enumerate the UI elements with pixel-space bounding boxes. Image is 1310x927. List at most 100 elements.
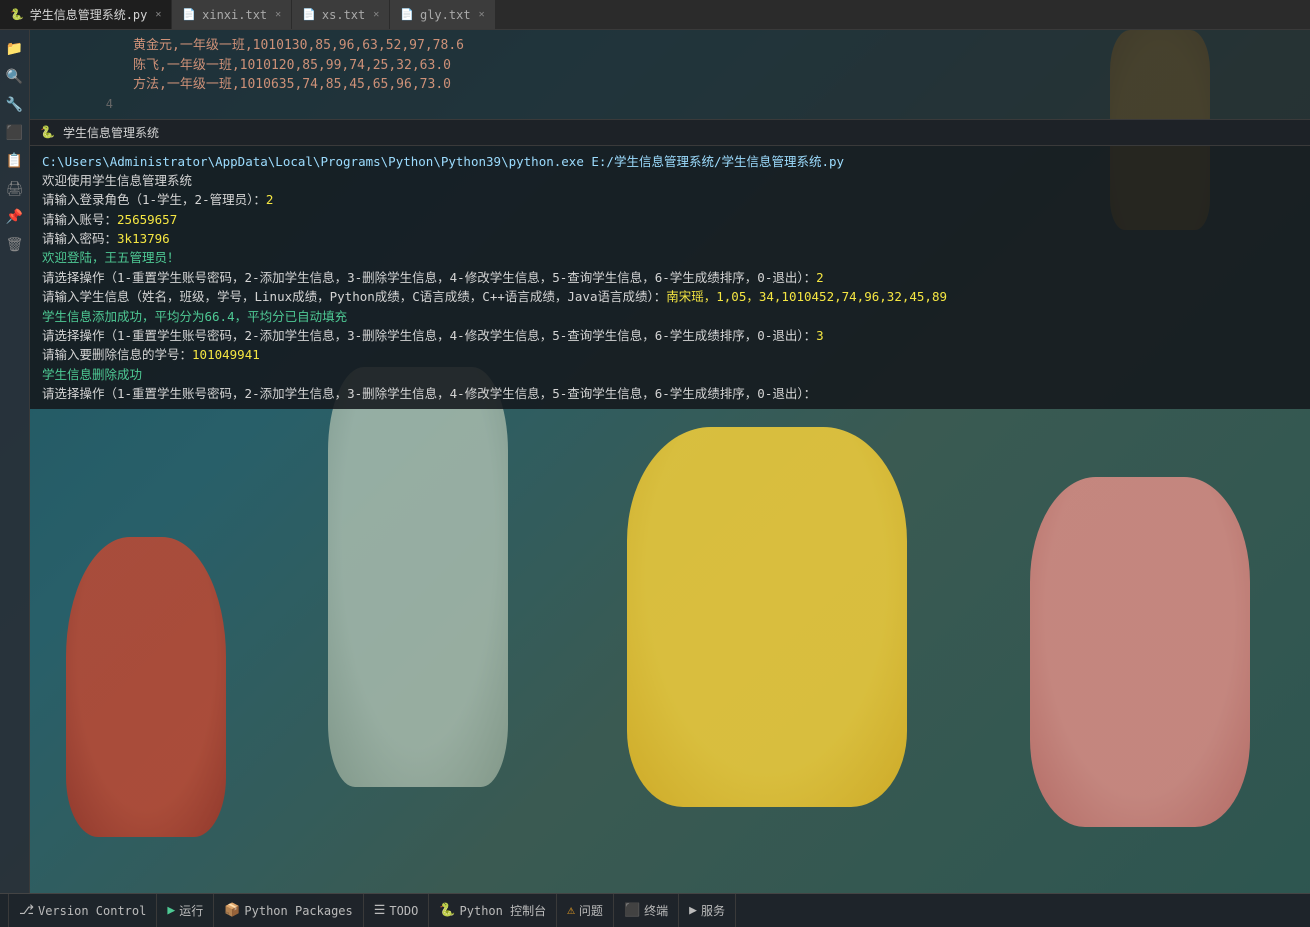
tab-close-0[interactable]: ✕ — [155, 9, 161, 20]
file-line-0: 黄金元,一年级一班,1010130,85,96,63,52,97,78.6 — [80, 36, 1310, 56]
python-packages-label: Python Packages — [244, 904, 352, 918]
status-bar: ⎇ Version Control ▶ 运行 📦 Python Packages ☰TODO… — [0, 893, 1310, 927]
tab-close-3[interactable]: ✕ — [479, 9, 485, 20]
line-text-10: 请输入要删除信息的学号： — [42, 347, 192, 362]
terminal-line-11: 学生信息删除成功 — [42, 365, 1298, 384]
line-text-3: 请输入账号： — [42, 212, 117, 227]
tab-label-1: xinxi.txt — [202, 8, 267, 22]
tab-icon-2: 📄 — [302, 8, 316, 21]
python-console-label: Python 控制台 — [460, 902, 547, 919]
tab-xinxi-txt[interactable]: 📄 xinxi.txt ✕ — [172, 0, 292, 29]
settings-icon[interactable]: 🔧 — [4, 94, 26, 116]
terminal-line-3: 请输入账号：25659657 — [42, 210, 1298, 229]
tab-icon-0: 🐍 — [10, 8, 24, 21]
status-version-control[interactable]: ⎇ Version Control — [8, 894, 157, 927]
run-icon: ▶ — [167, 903, 175, 918]
line-num-3: 4 — [80, 95, 125, 113]
print-icon[interactable]: 🖨 — [4, 178, 26, 200]
line-text-12: 请选择操作（1-重置学生账号密码，2-添加学生信息，3-删除学生信息，4-修改学… — [42, 386, 816, 401]
line-input-9: 3 — [816, 328, 824, 343]
terminal-line-1: 欢迎使用学生信息管理系统 — [42, 171, 1298, 190]
status-run[interactable]: ▶ 运行 — [157, 894, 214, 927]
code-content-0: 黄金元,一年级一班,1010130,85,96,63,52,97,78.6 — [125, 36, 472, 56]
run-header-title: 学生信息管理系统 — [63, 124, 159, 141]
pin-icon[interactable]: 📌 — [4, 206, 26, 228]
terminal-line-6: 请选择操作（1-重置学生账号密码，2-添加学生信息，3-删除学生信息，4-修改学… — [42, 268, 1298, 287]
code-content-1: 陈飞,一年级一班,1010120,85,99,74,25,32,63.0 — [125, 56, 459, 76]
terminal-icon[interactable]: ⬛ — [4, 122, 26, 144]
terminal-content: C:\Users\Administrator\AppData\Local\Pro… — [30, 146, 1310, 410]
tab-gly-txt[interactable]: 📄 gly.txt ✕ — [390, 0, 495, 29]
tab-icon-1: 📄 — [182, 8, 196, 21]
line-text-2: 请输入登录角色（1-学生，2-管理员）： — [42, 192, 266, 207]
status-terminal[interactable]: ⬛ 终端 — [614, 894, 679, 927]
terminal-line-9: 请选择操作（1-重置学生账号密码，2-添加学生信息，3-删除学生信息，4-修改学… — [42, 326, 1298, 345]
list-icon[interactable]: 📋 — [4, 150, 26, 172]
tab-label-2: xs.txt — [322, 8, 365, 22]
line-text-6: 请选择操作（1-重置学生账号密码，2-添加学生信息，3-删除学生信息，4-修改学… — [42, 270, 816, 285]
problems-label: 问题 — [579, 902, 603, 919]
line-text-8: 学生信息添加成功，平均分为66.4，平均分已自动填充 — [42, 309, 347, 324]
run-panel[interactable]: 🐍 学生信息管理系统 C:\Users\Administrator\AppDat… — [30, 119, 1310, 410]
line-input-6: 2 — [816, 270, 824, 285]
services-icon: ▶ — [689, 903, 697, 918]
version-control-label: Version Control — [38, 904, 146, 918]
tab-icon-3: 📄 — [400, 8, 414, 21]
python-console-icon: 🐍 — [439, 903, 455, 918]
line-text-7: 请输入学生信息（姓名，班级，学号，Linux成绩，Python成绩，C语言成绩，… — [42, 289, 666, 304]
problems-icon: ⚠ — [567, 903, 575, 918]
line-input-10: 101049941 — [192, 347, 260, 362]
line-text-5: 欢迎登陆，王五管理员！ — [42, 250, 180, 265]
line-text-1: 欢迎使用学生信息管理系统 — [42, 173, 192, 188]
run-label: 运行 — [179, 902, 203, 919]
terminal-line-10: 请输入要删除信息的学号：101049941 — [42, 345, 1298, 364]
file-content: 黄金元,一年级一班,1010130,85,96,63,52,97,78.6陈飞,… — [30, 30, 1310, 119]
terminal-line-8: 学生信息添加成功，平均分为66.4，平均分已自动填充 — [42, 307, 1298, 326]
line-text-11: 学生信息删除成功 — [42, 367, 142, 382]
python-path: C:\Users\Administrator\AppData\Local\Pro… — [42, 154, 844, 169]
terminal-line-7: 请输入学生信息（姓名，班级，学号，Linux成绩，Python成绩，C语言成绩，… — [42, 287, 1298, 306]
terminal-icon: ⬛ — [624, 903, 640, 918]
terminal-command-line: C:\Users\Administrator\AppData\Local\Pro… — [42, 152, 1298, 171]
line-input-7: 南宋瑶，1,05，34,1010452,74,96,32,45,89 — [666, 289, 947, 304]
line-input-2: 2 — [266, 192, 274, 207]
content-area: 黄金元,一年级一班,1010130,85,96,63,52,97,78.6陈飞,… — [30, 30, 1310, 893]
status-services[interactable]: ▶ 服务 — [679, 894, 736, 927]
status-problems[interactable]: ⚠ 问题 — [557, 894, 614, 927]
status-python-packages[interactable]: 📦 Python Packages — [214, 894, 364, 927]
tab-close-2[interactable]: ✕ — [373, 9, 379, 20]
terminal-line-2: 请输入登录角色（1-学生，2-管理员）：2 — [42, 190, 1298, 209]
run-header: 🐍 学生信息管理系统 — [30, 120, 1310, 146]
code-content-2: 方法,一年级一班,1010635,74,85,45,65,96,73.0 — [125, 75, 459, 95]
status-python-console[interactable]: 🐍 Python 控制台 — [429, 894, 557, 927]
sidebar: 📁 🔍 🔧 ⬛ 📋 🖨 📌 🗑 — [0, 30, 30, 893]
terminal-line-5: 欢迎登陆，王五管理员！ — [42, 248, 1298, 267]
tab----------py[interactable]: 🐍 学生信息管理系统.py ✕ — [0, 0, 172, 29]
todo-icon: ☰ — [374, 903, 386, 918]
tab-label-0: 学生信息管理系统.py — [30, 6, 148, 23]
python-packages-icon: 📦 — [224, 903, 240, 918]
search-icon[interactable]: 🔍 — [4, 66, 26, 88]
tab-label-3: gly.txt — [420, 8, 471, 22]
run-header-emoji: 🐍 — [40, 125, 55, 139]
file-line-3: 4 — [80, 95, 1310, 113]
file-line-2: 方法,一年级一班,1010635,74,85,45,65,96,73.0 — [80, 75, 1310, 95]
file-line-1: 陈飞,一年级一班,1010120,85,99,74,25,32,63.0 — [80, 56, 1310, 76]
line-input-4: 3k13796 — [117, 231, 170, 246]
version-control-icon: ⎇ — [19, 903, 34, 918]
line-text-4: 请输入密码： — [42, 231, 117, 246]
delete-icon[interactable]: 🗑 — [4, 234, 26, 256]
todo-label: TODO — [389, 904, 418, 918]
line-text-9: 请选择操作（1-重置学生账号密码，2-添加学生信息，3-删除学生信息，4-修改学… — [42, 328, 816, 343]
main-area: 📁 🔍 🔧 ⬛ 📋 🖨 📌 🗑 黄金元,一年级一班,1010130,85,96,63,52,9… — [0, 30, 1310, 893]
line-input-3: 25659657 — [117, 212, 177, 227]
status-todo[interactable]: ☰TODO — [364, 894, 430, 927]
tabs-bar: 🐍 学生信息管理系统.py ✕ 📄 xinxi.txt ✕ 📄 xs.txt ✕ 📄 gly.txt… — [0, 0, 1310, 30]
folder-icon[interactable]: 📁 — [4, 38, 26, 60]
tab-xs-txt[interactable]: 📄 xs.txt ✕ — [292, 0, 390, 29]
terminal-label: 终端 — [644, 902, 668, 919]
tab-close-1[interactable]: ✕ — [275, 9, 281, 20]
services-label: 服务 — [701, 902, 725, 919]
terminal-line-4: 请输入密码：3k13796 — [42, 229, 1298, 248]
terminal-line-12: 请选择操作（1-重置学生账号密码，2-添加学生信息，3-删除学生信息，4-修改学… — [42, 384, 1298, 403]
